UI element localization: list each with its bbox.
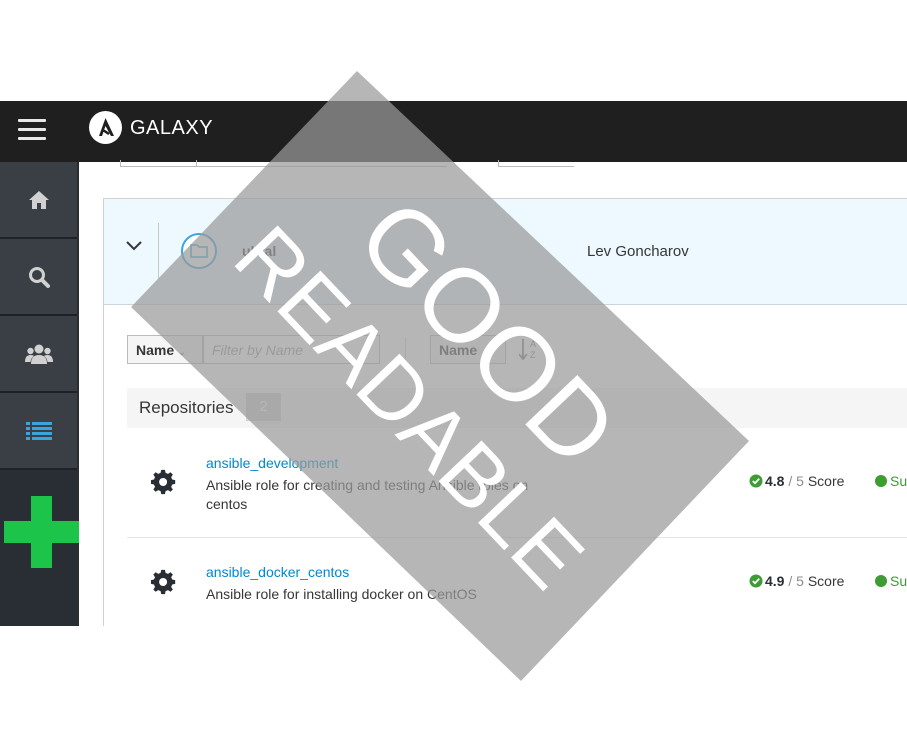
sidebar-item-home[interactable]: [0, 162, 77, 239]
svg-text:Z: Z: [530, 350, 536, 360]
svg-text:A: A: [530, 339, 536, 349]
filter-type-label: Name: [136, 342, 175, 358]
divider: [158, 223, 159, 279]
sidebar-item-users[interactable]: [0, 316, 77, 393]
sidebar: [0, 162, 79, 626]
caret-down-icon: ⌄: [178, 347, 186, 357]
gear-icon: [151, 469, 176, 495]
score-value: 4.9: [765, 573, 785, 589]
hamburger-menu-icon[interactable]: [18, 119, 46, 143]
collection-header[interactable]: ultral Lev Goncharov: [104, 199, 907, 305]
repo-name-link[interactable]: ansible_development: [206, 455, 338, 471]
collection-panel: ultral Lev Goncharov Name ⌄ Filter by Nam…: [103, 198, 907, 626]
partial-sort-field: [498, 160, 574, 167]
repositories-count-badge: 2: [246, 393, 281, 421]
filter-input[interactable]: Filter by Name: [203, 335, 380, 364]
list-item[interactable]: ansible_docker_centos Ansible role for i…: [127, 549, 907, 626]
collection-name[interactable]: ultral: [242, 243, 276, 259]
repo-description: Ansible role for installing docker on Ce…: [206, 586, 477, 602]
list-icon: [25, 421, 52, 440]
galaxy-window: GALAXY ultral Lev Goncharov Name ⌄ Filte…: [0, 101, 907, 626]
repo-score: 4.8 / 5 Score: [749, 473, 844, 489]
main-content: ultral Lev Goncharov Name ⌄ Filter by Nam…: [79, 160, 907, 626]
sidebar-item-search[interactable]: [0, 239, 77, 316]
score-label: Score: [807, 473, 845, 489]
score-label: Score: [807, 573, 845, 589]
sort-alpha-asc-icon[interactable]: AZ: [519, 337, 539, 361]
top-navbar: GALAXY: [0, 101, 907, 162]
status-dot-icon: [875, 575, 887, 587]
check-circle-icon: [749, 574, 763, 588]
folder-icon: [181, 233, 217, 269]
score-max: / 5: [788, 573, 804, 589]
search-icon: [28, 266, 50, 288]
caret-down-icon: ⌄: [481, 347, 489, 357]
repositories-header: Repositories 2: [127, 388, 907, 428]
partial-filter-field: [196, 160, 447, 167]
sidebar-item-my-content[interactable]: [0, 393, 77, 470]
users-icon: [24, 344, 53, 364]
add-icon[interactable]: [4, 496, 79, 568]
score-value: 4.8: [765, 473, 785, 489]
filter-type-select[interactable]: Name ⌄: [127, 335, 203, 364]
repo-score: 4.9 / 5 Score: [749, 573, 844, 589]
score-max: / 5: [788, 473, 804, 489]
status-badge: Su: [875, 473, 907, 489]
sort-by-select[interactable]: Name ⌄: [430, 335, 506, 364]
gear-icon: [151, 569, 176, 595]
status-text: Su: [890, 473, 907, 489]
repositories-label: Repositories: [139, 398, 234, 417]
status-text: Su: [890, 573, 907, 589]
collection-author: Lev Goncharov: [587, 243, 689, 260]
ansible-logo-icon[interactable]: [89, 111, 122, 144]
status-dot-icon: [875, 475, 887, 487]
repo-name-link[interactable]: ansible_docker_centos: [206, 564, 349, 580]
status-badge: Su: [875, 573, 907, 589]
home-icon: [28, 190, 49, 209]
brand-title[interactable]: GALAXY: [130, 117, 213, 140]
chevron-down-icon[interactable]: [126, 241, 142, 251]
divider: [405, 337, 406, 365]
list-item[interactable]: ansible_development Ansible role for cre…: [127, 439, 907, 538]
sort-by-label: Name: [439, 342, 478, 358]
check-circle-icon: [749, 474, 763, 488]
repo-description: Ansible role for creating and testing An…: [206, 477, 529, 512]
partial-filter-field: [120, 160, 196, 167]
